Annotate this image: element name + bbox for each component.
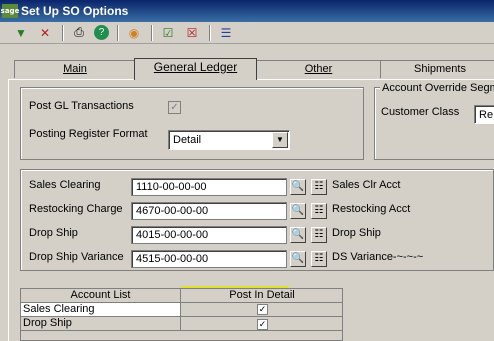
search-icon[interactable]: 🔍 (290, 227, 306, 243)
post-detail-checkbox[interactable]: ✓ (257, 304, 268, 315)
drop-ship-variance-label: Drop Ship Variance (29, 251, 124, 263)
column-header-account-list[interactable]: Account List (21, 289, 181, 303)
grid-row-account[interactable]: Drop Ship (21, 317, 181, 331)
search-icon[interactable]: 🔍 (290, 251, 306, 267)
cross-grid-icon[interactable]: ☒ (183, 24, 201, 42)
tab-other[interactable]: Other (256, 60, 381, 78)
search-icon[interactable]: 🔍 (290, 203, 306, 219)
tab-general-ledger[interactable]: General Ledger (134, 58, 257, 80)
cancel-icon[interactable]: ✕ (36, 24, 54, 42)
print-icon[interactable]: ⎙ (70, 24, 88, 42)
post-detail-checkbox[interactable]: ✓ (257, 319, 268, 330)
help-icon[interactable]: ? (94, 25, 109, 40)
account-lookup-icon[interactable]: ☷ (311, 179, 327, 195)
check-grid-icon[interactable]: ☑ (159, 24, 177, 42)
column-header-post-in-detail[interactable]: Post In Detail (181, 289, 343, 303)
drop-ship-variance-field[interactable]: 4515-00-00-00 (131, 250, 287, 268)
account-override-title: Account Override Segme (380, 82, 494, 94)
account-lookup-icon[interactable]: ☷ (311, 251, 327, 267)
drop-ship-label: Drop Ship (29, 227, 78, 239)
restocking-charge-label: Restocking Charge (29, 203, 123, 215)
account-lookup-icon[interactable]: ☷ (311, 203, 327, 219)
tab-strip: Main General Ledger Other Shipments (8, 58, 494, 80)
sales-clearing-desc: Sales Clr Acct (332, 179, 401, 191)
drop-ship-desc: Drop Ship (332, 227, 381, 239)
toolbar-separator (62, 24, 64, 41)
accept-icon[interactable]: ▼ (12, 24, 30, 42)
color-wheel-icon[interactable]: ◉ (125, 24, 143, 42)
search-icon[interactable]: 🔍 (290, 179, 306, 195)
customer-class-select[interactable]: Re (474, 105, 494, 124)
sales-clearing-field[interactable]: 1110-00-00-00 (131, 178, 287, 196)
grid-row-account[interactable]: Sales Clearing (21, 303, 181, 317)
posting-register-select[interactable]: Detail ▼ (168, 130, 290, 150)
drop-ship-variance-desc: DS Variance-~-~-~ (332, 251, 424, 263)
tab-main[interactable]: Main (14, 60, 136, 78)
posting-register-value: Detail (173, 134, 202, 146)
customer-class-value: Re (479, 109, 494, 121)
chevron-down-icon[interactable]: ▼ (272, 132, 288, 148)
post-gl-label: Post GL Transactions (29, 100, 134, 112)
toolbar-separator (117, 24, 119, 41)
toolbar-separator (151, 24, 153, 41)
post-detail-grid: Account List Post In Detail Sales Cleari… (20, 288, 343, 341)
toolbar: ▼ ✕ ⎙ ? ◉ ☑ ☒ ☰ (0, 22, 494, 44)
title-bar: sage Set Up SO Options (0, 0, 494, 22)
post-gl-checkbox[interactable]: ✓ (168, 101, 181, 114)
restocking-charge-field[interactable]: 4670-00-00-00 (131, 202, 287, 220)
drop-ship-field[interactable]: 4015-00-00-00 (131, 226, 287, 244)
sage-logo: sage (1, 4, 19, 18)
posting-register-label: Posting Register Format (29, 128, 148, 140)
tab-shipments[interactable]: Shipments (380, 60, 494, 78)
customer-class-label: Customer Class (381, 106, 460, 118)
window-title: Set Up SO Options (21, 4, 129, 18)
account-lookup-icon[interactable]: ☷ (311, 227, 327, 243)
list-icon[interactable]: ☰ (217, 24, 235, 42)
sales-clearing-label: Sales Clearing (29, 179, 101, 191)
toolbar-separator (209, 24, 211, 41)
restocking-charge-desc: Restocking Acct (332, 203, 411, 215)
